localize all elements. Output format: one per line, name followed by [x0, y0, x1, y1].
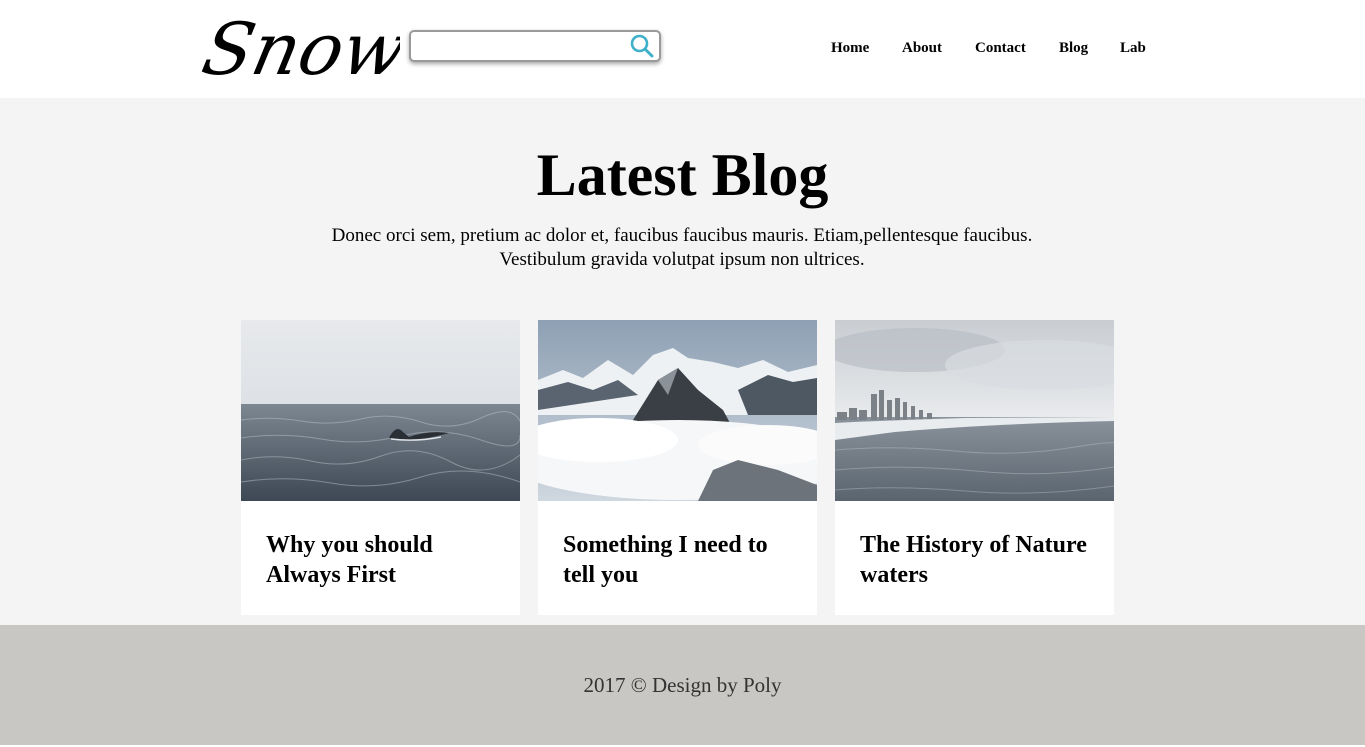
main-nav: Home About Contact Blog Lab — [0, 40, 1365, 60]
section-subtitle: Donec orci sem, pretium ac dolor et, fau… — [282, 224, 1082, 272]
blog-card-title[interactable]: Something I need to tell you — [563, 530, 803, 590]
nav-home[interactable]: Home — [831, 40, 869, 57]
blog-card-title[interactable]: The History of Nature waters — [860, 530, 1100, 590]
nav-about[interactable]: About — [902, 40, 942, 57]
blog-card[interactable]: Why you should Always First — [241, 320, 520, 615]
subtitle-line-2: Vestibulum gravida volutpat ipsum non ul… — [499, 249, 865, 270]
nav-contact[interactable]: Contact — [975, 40, 1026, 57]
blog-card-image[interactable] — [538, 320, 817, 501]
site-footer: 2017 © Design by Poly — [0, 625, 1365, 745]
nav-lab[interactable]: Lab — [1120, 40, 1146, 57]
subtitle-line-1: Donec orci sem, pretium ac dolor et, fau… — [331, 225, 1033, 246]
mountain-clouds-image — [538, 320, 817, 501]
blog-card-image[interactable] — [835, 320, 1114, 501]
page-title: Latest Blog — [536, 142, 829, 208]
nav-blog[interactable]: Blog — [1059, 40, 1088, 57]
blog-card-image[interactable] — [241, 320, 520, 501]
blog-card[interactable]: Something I need to tell you — [538, 320, 817, 615]
coastline-city-image — [835, 320, 1114, 501]
copyright-text: 2017 © Design by Poly — [583, 673, 782, 697]
whale-ocean-image — [241, 320, 520, 501]
site-header: Snow Home About Contact Blog Lab — [0, 0, 1365, 98]
blog-section: Latest Blog Donec orci sem, pretium ac d… — [0, 98, 1365, 625]
blog-card[interactable]: The History of Nature waters — [835, 320, 1114, 615]
blog-card-title[interactable]: Why you should Always First — [266, 530, 506, 590]
